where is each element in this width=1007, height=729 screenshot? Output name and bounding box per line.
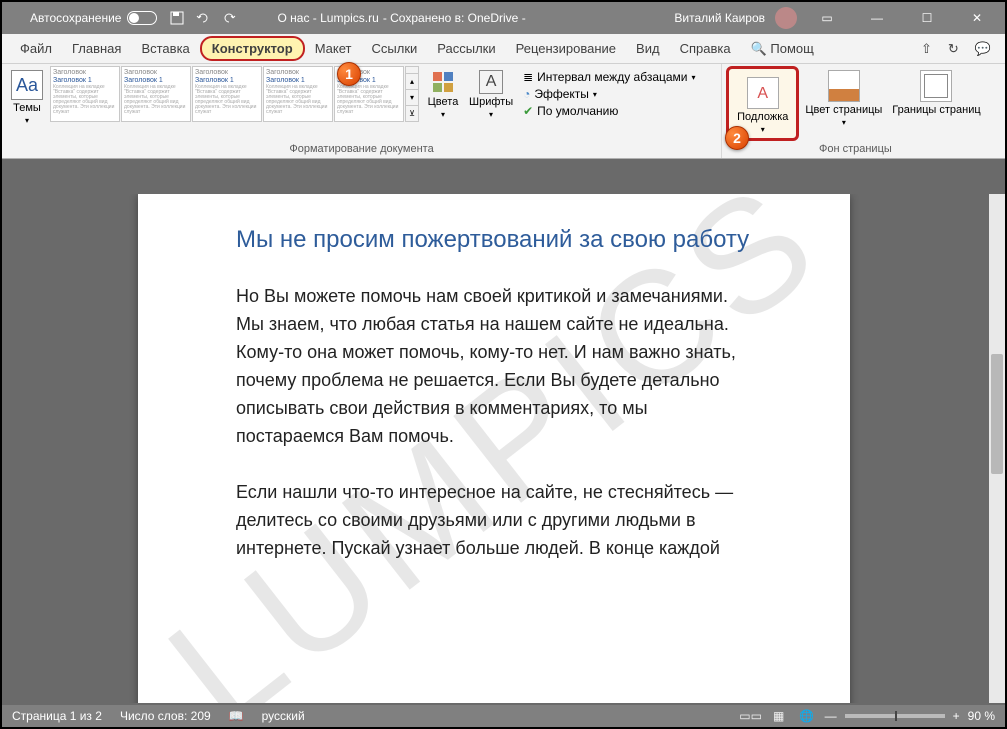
zoom-level[interactable]: 90 % [968, 709, 995, 723]
style-thumb[interactable]: ЗаголовокЗаголовок 1Коллекция на вкладке… [50, 66, 120, 122]
page-borders-button[interactable]: Границы страниц [888, 66, 984, 116]
callout-badge-1: 1 [337, 62, 361, 86]
fonts-label: Шрифты [469, 96, 513, 108]
document-paragraph[interactable]: Но Вы можете помочь нам своей критикой и… [236, 282, 752, 450]
doc-name: О нас - Lumpics.ru [277, 11, 378, 25]
document-heading[interactable]: Мы не просим пожертвований за свою работ… [236, 226, 752, 254]
style-thumb[interactable]: ЗаголовокЗаголовок 1Коллекция на вкладке… [121, 66, 191, 122]
web-layout-icon[interactable]: 🌐 [797, 708, 817, 724]
default-label: По умолчанию [537, 104, 618, 118]
zoom-slider[interactable] [845, 714, 945, 718]
dropdown-icon: ▾ [761, 125, 765, 134]
document-title: О нас - Lumpics.ru - Сохранено в: OneDri… [277, 11, 525, 25]
redo-icon[interactable] [221, 10, 237, 26]
watermark-icon [747, 77, 779, 109]
group-label-background: Фон страницы [726, 141, 985, 158]
tab-search[interactable]: 🔍 Помощ [741, 36, 824, 62]
group-label-formatting: Форматирование документа [6, 141, 717, 158]
page-borders-icon [920, 70, 952, 102]
ribbon-tabs: Файл Главная Вставка Конструктор Макет С… [2, 34, 1005, 64]
check-icon: ✔ [523, 104, 533, 118]
page[interactable]: LUMPICS Мы не просим пожертвований за св… [138, 194, 850, 703]
fonts-button[interactable]: A Шрифты▾ [467, 66, 515, 119]
ribbon: Aa Темы ▾ ЗаголовокЗаголовок 1Коллекция … [2, 64, 1005, 159]
vertical-scrollbar[interactable] [989, 194, 1005, 703]
style-thumb[interactable]: ЗаголовокЗаголовок 1Коллекция на вкладке… [192, 66, 262, 122]
undo-icon[interactable] [195, 10, 211, 26]
effects-label: Эффекты [534, 87, 589, 101]
colors-button[interactable]: Цвета▾ [421, 66, 465, 119]
comments-icon[interactable]: 💬 [969, 37, 997, 61]
user-name: Виталий Каиров [674, 11, 765, 25]
tab-mailings[interactable]: Рассылки [427, 36, 505, 61]
print-layout-icon[interactable]: ▦ [769, 708, 789, 724]
statusbar: Страница 1 из 2 Число слов: 209 📖 русски… [2, 705, 1005, 727]
tab-insert[interactable]: Вставка [131, 36, 199, 61]
colors-label: Цвета [428, 96, 459, 108]
tab-design[interactable]: Конструктор [200, 36, 305, 61]
search-label: Помощ [770, 41, 813, 56]
page-borders-label: Границы страниц [892, 104, 980, 116]
autosave-toggle[interactable]: Автосохранение [30, 11, 157, 25]
zoom-in-icon[interactable]: + [953, 709, 960, 723]
tab-home[interactable]: Главная [62, 36, 131, 61]
gallery-expand[interactable]: ▴▾⊻ [405, 66, 419, 122]
fonts-icon: A [479, 70, 503, 94]
dropdown-icon: ▾ [25, 116, 29, 125]
user-avatar-icon[interactable] [775, 7, 797, 29]
dropdown-icon: ▾ [842, 118, 846, 127]
paragraph-spacing-button[interactable]: ≣ Интервал между абзацами ▾ [523, 70, 711, 84]
style-thumb[interactable]: ЗаголовокЗаголовок 1Коллекция на вкладке… [263, 66, 333, 122]
tab-layout[interactable]: Макет [305, 36, 362, 61]
read-mode-icon[interactable]: ▭▭ [741, 708, 761, 724]
status-page[interactable]: Страница 1 из 2 [12, 709, 102, 723]
style-gallery[interactable]: ЗаголовокЗаголовок 1Коллекция на вкладке… [50, 66, 419, 122]
history-icon[interactable]: ↻ [942, 37, 965, 61]
group-background: Подложка ▾ Цвет страницы ▾ Границы стран… [722, 64, 989, 158]
themes-label: Темы [13, 102, 41, 114]
status-language[interactable]: русский [262, 709, 305, 723]
document-area: LUMPICS Мы не просим пожертвований за св… [2, 194, 1005, 703]
tab-view[interactable]: Вид [626, 36, 670, 61]
page-color-button[interactable]: Цвет страницы ▾ [801, 66, 886, 127]
paragraph-options: ≣ Интервал между абзацами ▾ ◔ Эффекты ▾ … [517, 66, 717, 122]
spellcheck-icon[interactable]: 📖 [229, 709, 244, 723]
watermark-label: Подложка [737, 111, 788, 123]
callout-badge-2: 2 [725, 126, 749, 150]
user-area: Виталий Каиров ▭ — ☐ ✕ [674, 3, 997, 33]
status-words[interactable]: Число слов: 209 [120, 709, 211, 723]
group-formatting: Aa Темы ▾ ЗаголовокЗаголовок 1Коллекция … [2, 64, 722, 158]
save-icon[interactable] [169, 10, 185, 26]
tab-review[interactable]: Рецензирование [506, 36, 626, 61]
tab-references[interactable]: Ссылки [362, 36, 428, 61]
themes-button[interactable]: Aa Темы ▾ [6, 66, 48, 125]
tab-help[interactable]: Справка [670, 36, 741, 61]
titlebar: Автосохранение О нас - Lumpics.ru - Сохр… [2, 2, 1005, 34]
page-color-label: Цвет страницы [805, 104, 882, 116]
para-spacing-icon: ≣ [523, 70, 533, 84]
close-icon[interactable]: ✕ [957, 3, 997, 33]
para-spacing-label: Интервал между абзацами [537, 70, 687, 84]
effects-icon: ◔ [523, 87, 530, 101]
document-paragraph[interactable]: Если нашли что-то интересное на сайте, н… [236, 478, 752, 562]
share-icon[interactable]: ⇧ [915, 37, 938, 61]
themes-icon: Aa [11, 70, 43, 100]
page-color-icon [828, 70, 860, 102]
watermark-button[interactable]: Подложка ▾ [733, 73, 792, 134]
minimize-icon[interactable]: — [857, 3, 897, 33]
quick-access-toolbar [169, 10, 237, 26]
maximize-icon[interactable]: ☐ [907, 3, 947, 33]
set-default-button[interactable]: ✔ По умолчанию [523, 104, 711, 118]
colors-icon [431, 70, 455, 94]
saved-status: - Сохранено в: OneDrive - [383, 11, 526, 25]
tab-file[interactable]: Файл [10, 36, 62, 61]
autosave-label: Автосохранение [30, 11, 121, 25]
toggle-switch-icon[interactable] [127, 11, 157, 25]
scroll-thumb[interactable] [991, 354, 1003, 474]
effects-button[interactable]: ◔ Эффекты ▾ [523, 87, 711, 101]
zoom-out-icon[interactable]: — [825, 709, 837, 723]
ribbon-options-icon[interactable]: ▭ [807, 3, 847, 33]
